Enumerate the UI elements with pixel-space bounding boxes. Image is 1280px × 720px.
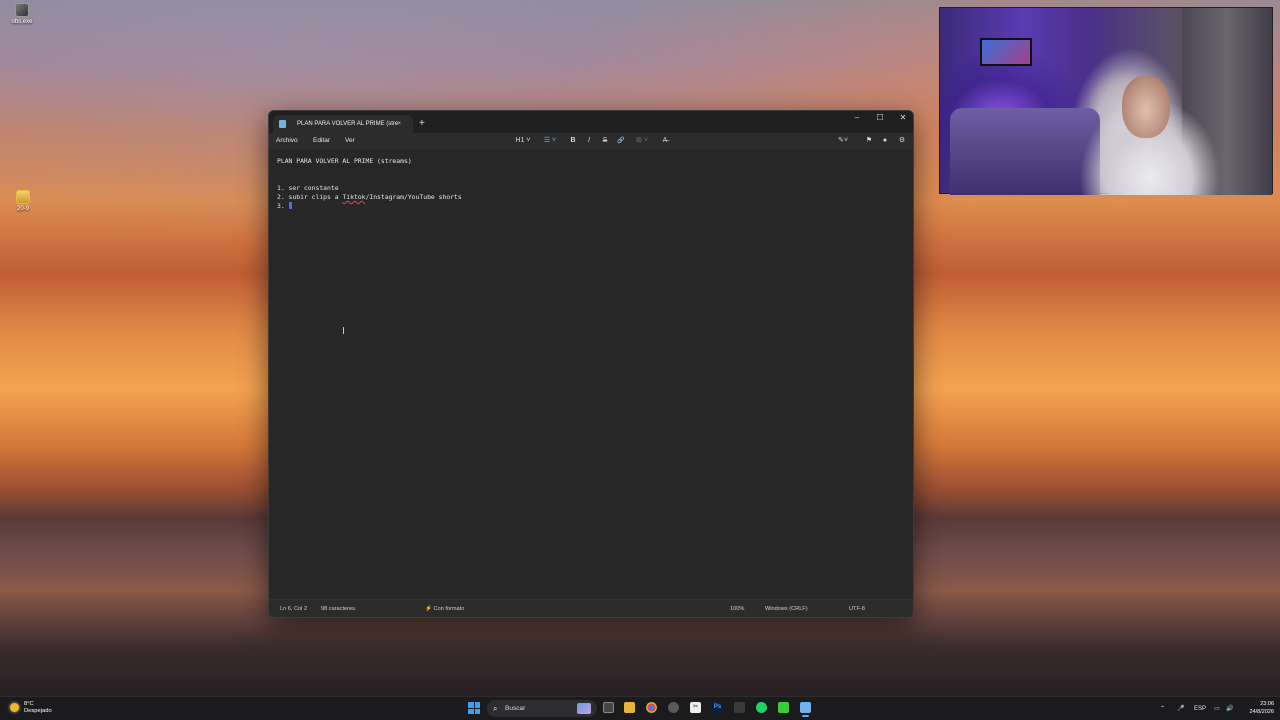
notepad-icon [279, 120, 286, 128]
microphone-icon[interactable]: 🎤 [1177, 697, 1184, 720]
windows-logo-pane [474, 708, 480, 714]
format-label: Con formato [433, 606, 465, 612]
tab-title: PLAN PARA VOLVER AL PRIME (stre [297, 121, 399, 127]
desktop-icon-folder[interactable]: 20-9 [1, 190, 45, 212]
network-icon[interactable]: ▭ [1214, 697, 1220, 720]
strikethrough-button[interactable]: S [600, 133, 610, 149]
weather-temp: 8°C [24, 701, 34, 707]
character-count: 98 caracteres. [321, 606, 357, 612]
clear-formatting-button[interactable]: A̶ [659, 133, 671, 149]
language-indicator[interactable]: ESP [1194, 697, 1206, 720]
misspelled-word[interactable]: Tiktok [342, 193, 365, 201]
link-icon[interactable]: 🔗 [616, 133, 626, 149]
format-toggle[interactable]: ⚡ Con formato [425, 600, 465, 617]
webcam-overlay [939, 7, 1273, 195]
clock-time: 23:06 [1260, 701, 1274, 707]
desktop-icon-label: obs.exe [11, 19, 33, 25]
editor-line-1: 1. ser constante [277, 184, 339, 192]
notepad-taskbar-icon[interactable] [800, 702, 811, 717]
editor-line-title: PLAN PARA VOLVER AL PRIME (streams) [277, 157, 412, 165]
windows-logo-pane [474, 702, 480, 708]
account-icon[interactable]: ● [879, 133, 891, 149]
copilot-icon[interactable]: ✎˅ [835, 133, 851, 149]
obs-icon [15, 3, 29, 17]
weather-condition: Despejado [24, 708, 52, 714]
editor-line-3: 3. [277, 202, 292, 210]
folder-icon [16, 190, 30, 204]
clock[interactable]: 23:06 24/8/2026 [1250, 701, 1274, 716]
feedback-icon[interactable]: ⚑ [863, 133, 875, 149]
desktop-icon-obs[interactable]: obs.exe [0, 3, 44, 25]
weather-widget[interactable]: 8°C Despejado [10, 701, 52, 715]
file-explorer-icon[interactable] [624, 702, 635, 713]
volume-icon[interactable]: 🔊 [1226, 697, 1233, 720]
menu-bar: Archivo Editar Ver H1 ˅ ☰ ˅ B I S 🔗 ⊞ ˅ … [269, 133, 913, 149]
italic-button[interactable]: I [584, 133, 594, 149]
windows-logo-pane [468, 708, 474, 714]
maximize-button[interactable]: ☐ [869, 111, 891, 125]
document-tab[interactable]: PLAN PARA VOLVER AL PRIME (stre × [273, 115, 413, 133]
photoshop-icon[interactable]: Ps [712, 702, 723, 713]
webcam-bed [950, 108, 1100, 195]
mouse-ibeam-cursor [343, 327, 344, 334]
bold-button[interactable]: B [568, 133, 578, 149]
status-bar: Ln 6, Col 2 98 caracteres. ⚡ Con formato… [269, 599, 913, 617]
search-placeholder: Buscar [505, 705, 526, 712]
capcut-icon[interactable]: ✂ [690, 702, 701, 713]
minimize-button[interactable]: – [846, 111, 868, 125]
heading-label: H1 [515, 137, 525, 144]
editor-line-2: 2. subir clips a Tiktok/Instagram/YouTub… [277, 193, 462, 201]
spotify-icon[interactable] [756, 702, 767, 713]
desktop-icon-label: 20-9 [16, 206, 29, 212]
close-window-button[interactable]: ✕ [892, 111, 913, 125]
format-icon: ⚡ [425, 606, 432, 612]
menu-editar[interactable]: Editar [313, 133, 330, 149]
search-icon: ⌕ [493, 704, 498, 713]
line-ending[interactable]: Windows (CRLF) [765, 600, 808, 617]
start-button[interactable] [468, 702, 480, 714]
title-bar[interactable]: PLAN PARA VOLVER AL PRIME (stre × + – ☐ … [269, 111, 913, 133]
search-highlight-icon [577, 703, 591, 714]
text-caret [288, 202, 292, 209]
chrome-icon[interactable] [646, 702, 657, 713]
editor-area[interactable]: PLAN PARA VOLVER AL PRIME (streams) 1. s… [269, 149, 913, 601]
table-dropdown[interactable]: ⊞ ˅ [633, 133, 651, 149]
new-tab-button[interactable]: + [419, 115, 425, 133]
list-dropdown[interactable]: ☰ ˅ [540, 133, 560, 149]
calculator-icon[interactable] [734, 702, 745, 713]
editor-line-3-text: 3. [277, 202, 289, 210]
settings-gear-icon[interactable]: ⚙ [896, 133, 908, 149]
taskbar: 8°C Despejado ⌕ Buscar ✂ Ps ⌃ 🎤 ESP ▭ 🔊 … [0, 696, 1280, 720]
tray-overflow-icon[interactable]: ⌃ [1160, 697, 1165, 720]
list-icon: ☰ [543, 137, 551, 144]
notepad-window: PLAN PARA VOLVER AL PRIME (stre × + – ☐ … [268, 110, 914, 618]
webcam-person-head [1122, 76, 1170, 138]
close-tab-icon[interactable]: × [397, 115, 401, 133]
zoom-level[interactable]: 100% [730, 600, 744, 617]
webcam-tv [980, 38, 1032, 66]
sun-icon [10, 703, 19, 712]
task-view-icon[interactable] [603, 702, 614, 713]
taskbar-search[interactable]: ⌕ Buscar [487, 700, 597, 717]
menu-ver[interactable]: Ver [345, 133, 355, 149]
clock-date: 24/8/2026 [1249, 708, 1274, 715]
app-green-icon[interactable] [778, 702, 789, 713]
menu-archivo[interactable]: Archivo [276, 133, 298, 149]
cursor-position: Ln 6, Col 2 [280, 606, 308, 612]
heading-dropdown[interactable]: H1 ˅ [514, 133, 532, 149]
obs-taskbar-icon[interactable] [668, 702, 679, 713]
windows-logo-icon [468, 702, 474, 708]
table-icon: ⊞ [636, 137, 642, 144]
encoding[interactable]: UTF-8 [849, 600, 865, 617]
